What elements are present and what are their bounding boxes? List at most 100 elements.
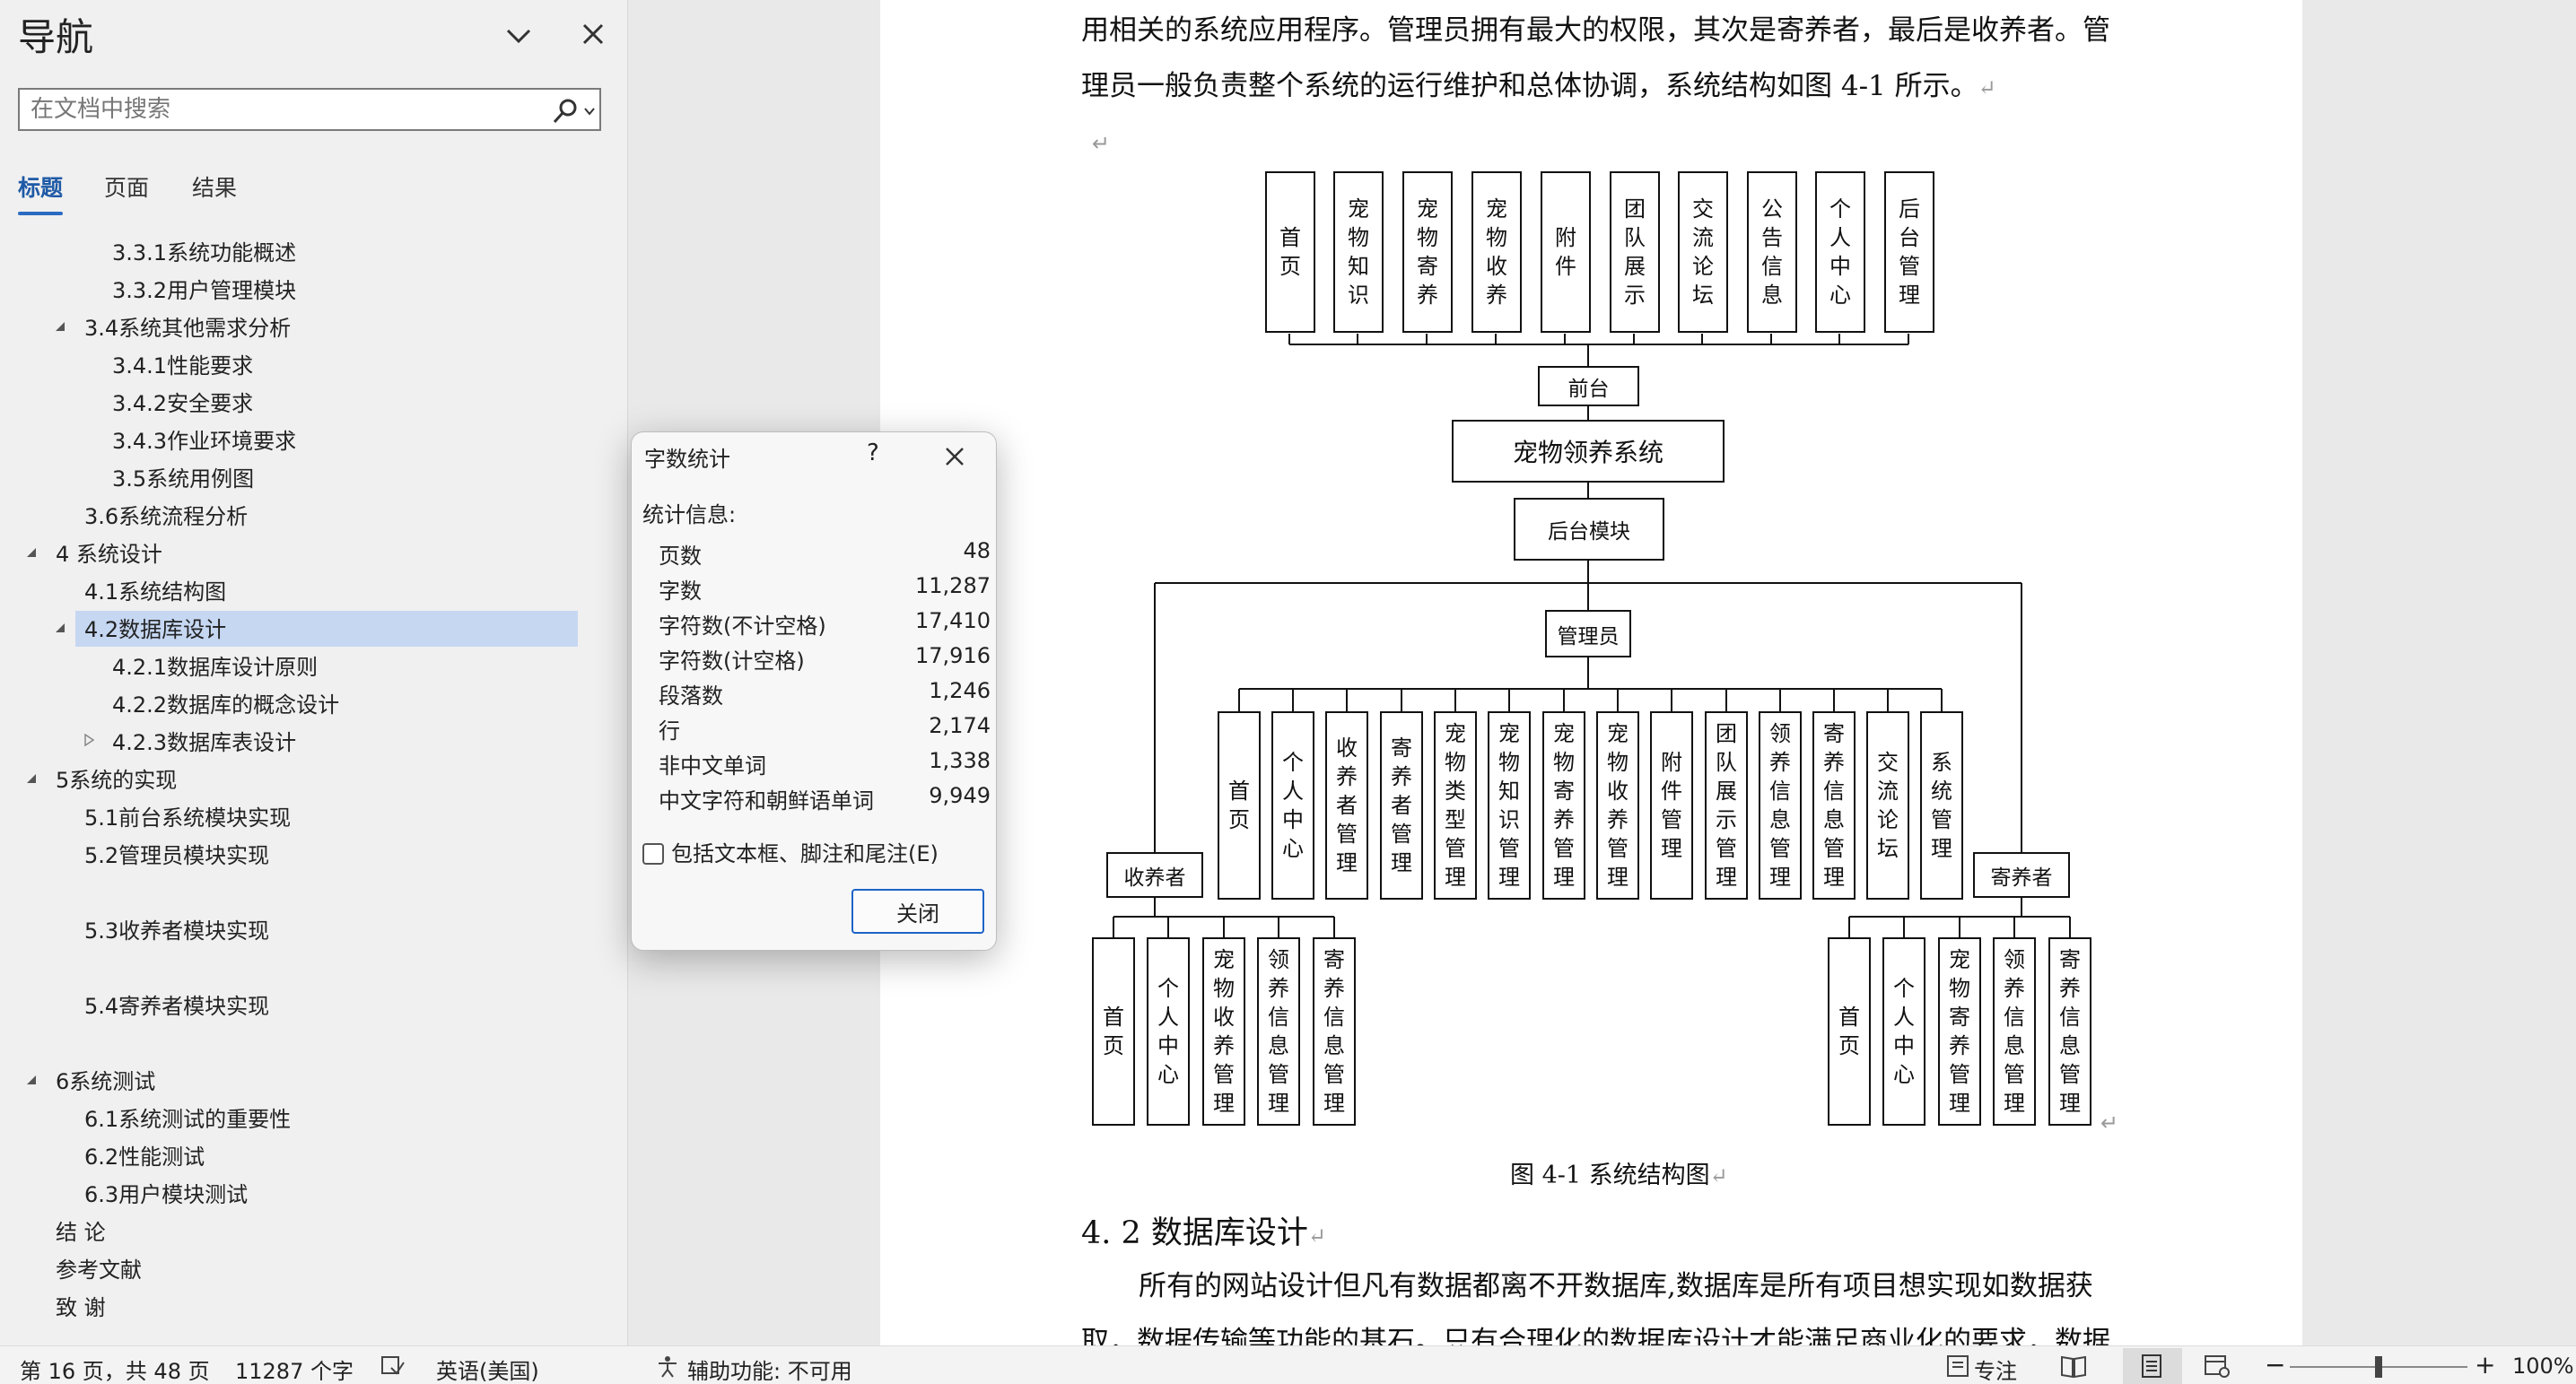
zoom-out-button[interactable]: −: [2265, 1350, 2285, 1380]
diagram-box-admin-module: 领养信息管理: [1759, 711, 1802, 900]
stat-label: 行: [659, 718, 680, 744]
zoom-level[interactable]: 100%: [2512, 1354, 2574, 1379]
include-textboxes-checkbox[interactable]: 包括文本框、脚注和尾注(E): [642, 836, 939, 867]
expand-triangle-icon[interactable]: [25, 546, 38, 559]
word-count-dialog: 字数统计 ? 统计信息: 页数 48 字数 11,287 字符数(不计空格) 17,4…: [631, 431, 997, 951]
toc-item[interactable]: 3.4系统其他需求分析: [84, 311, 291, 345]
diagram-box-front-module: 后台管理: [1884, 171, 1934, 333]
tab-pages[interactable]: 页面: [104, 170, 149, 203]
stat-row-paragraphs: 段落数 1,246: [659, 678, 991, 713]
stat-row-asian-chars: 中文字符和朝鲜语单词 9,949: [659, 783, 991, 818]
diagram-box-adopter-module: 个人中心: [1147, 937, 1190, 1126]
expand-triangle-icon[interactable]: [25, 1074, 38, 1086]
diagram-box-front-module: 个人中心: [1815, 171, 1865, 333]
diagram-box-fosterer: 寄养者: [1973, 852, 2070, 898]
paragraph-mark: ↵: [1709, 1163, 1728, 1188]
stat-value: 2,174: [929, 713, 991, 738]
checkbox-box[interactable]: [642, 843, 664, 865]
toc-item[interactable]: 6系统测试: [56, 1065, 155, 1099]
diagram-box-admin-module: 个人中心: [1271, 711, 1314, 900]
document-page[interactable]: 用相关的系统应用程序。管理员拥有最大的权限，其次是寄养者，最后是收养者。管 理员…: [880, 0, 2302, 1358]
toc-item[interactable]: 3.4.1性能要求: [112, 349, 253, 383]
toc-item-selected[interactable]: 4.2数据库设计: [84, 613, 226, 647]
focus-icon[interactable]: [1945, 1354, 1970, 1379]
stat-row-chars-no-spaces: 字符数(不计空格) 17,410: [659, 608, 991, 643]
toc-item[interactable]: 3.3.2用户管理模块: [112, 274, 296, 308]
toc-item[interactable]: 3.4.2安全要求: [112, 387, 253, 421]
expand-triangle-icon[interactable]: [25, 772, 38, 785]
search-box[interactable]: [18, 88, 601, 131]
stat-value: 17,916: [915, 643, 991, 668]
stat-value: 1,338: [929, 748, 991, 773]
diagram-box-front: 前台: [1538, 366, 1639, 406]
expand-triangle-icon[interactable]: [54, 622, 66, 634]
diagram-box-adopter-module: 寄养信息管理: [1313, 937, 1356, 1126]
diagram-box-fosterer-module: 个人中心: [1882, 937, 1925, 1126]
zoom-in-button[interactable]: +: [2475, 1350, 2495, 1380]
toc-item[interactable]: 致 谢: [56, 1291, 106, 1325]
diagram-box-admin-module: 团队展示管理: [1705, 711, 1748, 900]
nav-title: 导航: [18, 15, 94, 59]
toc-item[interactable]: 4.2.1数据库设计原则: [112, 650, 318, 684]
accessibility-status[interactable]: 辅助功能: 不可用: [687, 1354, 852, 1384]
search-icon[interactable]: [551, 97, 580, 126]
accessibility-icon[interactable]: [655, 1354, 680, 1378]
diagram-box-admin-module: 首页: [1218, 711, 1261, 900]
toc-item[interactable]: 6.2性能测试: [84, 1140, 205, 1174]
dialog-title: 字数统计: [644, 447, 730, 472]
web-layout-icon[interactable]: [2204, 1354, 2231, 1379]
focus-mode-button[interactable]: 专注: [1974, 1354, 2017, 1384]
toc-item[interactable]: 4.2.2数据库的概念设计: [112, 688, 339, 722]
toc-item[interactable]: 结 论: [56, 1215, 106, 1249]
toc-item[interactable]: 5.4寄养者模块实现: [84, 989, 269, 1023]
zoom-slider-thumb[interactable]: [2375, 1356, 2382, 1378]
chevron-down-icon[interactable]: [502, 20, 535, 52]
tab-headings[interactable]: 标题: [18, 170, 63, 203]
stat-value: 48: [963, 538, 991, 563]
expand-triangle-icon[interactable]: [54, 320, 66, 333]
word-count[interactable]: 11287 个字: [235, 1354, 354, 1384]
toc-item[interactable]: 6.3用户模块测试: [84, 1178, 248, 1212]
diagram-box-front-module: 宠物寄养: [1402, 171, 1453, 333]
diagram-box-admin-module: 寄养信息管理: [1812, 711, 1856, 900]
paragraph-mark: ↵: [1307, 1223, 1327, 1249]
read-mode-icon[interactable]: [2060, 1354, 2087, 1379]
statistics-label: 统计信息:: [642, 502, 737, 527]
toc-item[interactable]: 3.4.3作业环境要求: [112, 424, 296, 458]
document-gutter: [2302, 0, 2576, 1345]
active-tab-indicator: [18, 212, 63, 215]
diagram-box-adopter-module: 首页: [1092, 937, 1135, 1126]
collapsed-triangle-icon[interactable]: [83, 734, 95, 746]
page-count[interactable]: 第 16 页，共 48 页: [20, 1354, 210, 1384]
close-button[interactable]: 关闭: [851, 889, 984, 934]
close-icon[interactable]: [941, 443, 968, 470]
toc-item[interactable]: 4 系统设计: [56, 537, 162, 571]
diagram-box-admin-module: 宠物寄养管理: [1542, 711, 1585, 900]
help-button[interactable]: ?: [867, 440, 879, 466]
toc-item[interactable]: 5.3收养者模块实现: [84, 914, 269, 948]
toc-item[interactable]: 3.5系统用例图: [112, 462, 254, 496]
tab-results[interactable]: 结果: [192, 170, 237, 203]
diagram-box-front-module: 宠物知识: [1333, 171, 1384, 333]
diagram-box-front-module: 公告信息: [1747, 171, 1797, 333]
toc-item[interactable]: 3.3.1系统功能概述: [112, 236, 296, 270]
toc-item[interactable]: 5系统的实现: [56, 763, 177, 797]
close-icon[interactable]: [577, 18, 609, 50]
diagram-box-admin-module: 宠物类型管理: [1434, 711, 1477, 900]
print-layout-icon[interactable]: [2139, 1354, 2164, 1379]
toc-item[interactable]: 5.1前台系统模块实现: [84, 801, 291, 835]
toc-item[interactable]: 4.2.3数据库表设计: [112, 726, 296, 760]
toc-item[interactable]: 5.2管理员模块实现: [84, 839, 269, 873]
toc-item[interactable]: 3.6系统流程分析: [84, 500, 248, 534]
toc-item[interactable]: 参考文献: [56, 1253, 142, 1287]
diagram-box-adopter: 收养者: [1106, 852, 1203, 898]
toc-item[interactable]: 6.1系统测试的重要性: [84, 1102, 291, 1136]
search-input[interactable]: [20, 90, 522, 129]
chevron-down-icon[interactable]: [583, 106, 596, 117]
diagram-box-admin-module: 收养者管理: [1325, 711, 1368, 900]
toc-item[interactable]: 4.1系统结构图: [84, 575, 226, 609]
stat-row-non-asian-words: 非中文单词 1,338: [659, 748, 991, 783]
proofing-icon[interactable]: [380, 1355, 406, 1377]
language-indicator[interactable]: 英语(美国): [436, 1354, 539, 1384]
status-bar: 第 16 页，共 48 页 11287 个字 英语(美国) 辅助功能: 不可用 …: [0, 1345, 2576, 1384]
